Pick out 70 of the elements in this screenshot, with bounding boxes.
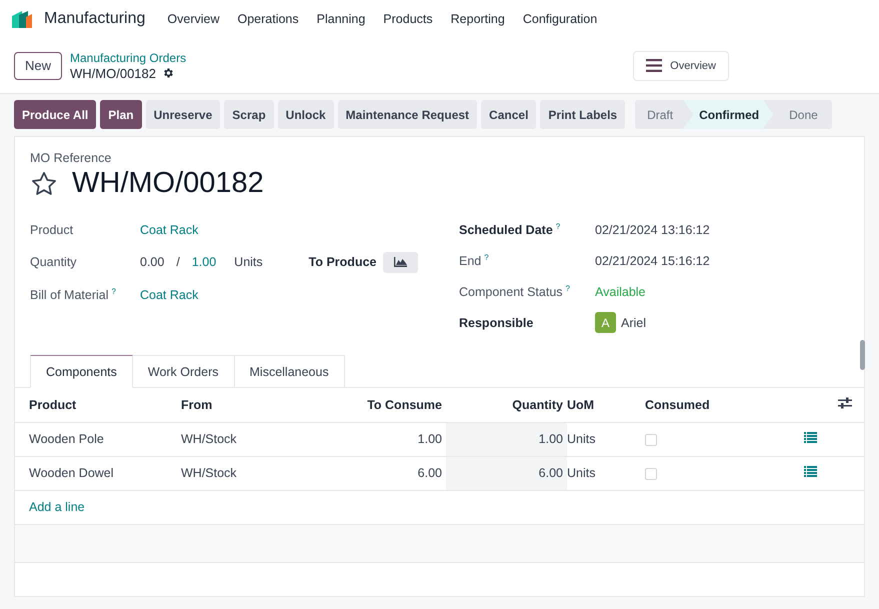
menu-item[interactable]: Operations bbox=[237, 12, 299, 26]
date-value: 02/21/2024 13:16:12 bbox=[595, 222, 710, 236]
table-cell: Wooden Dowel bbox=[15, 456, 181, 490]
menu-item[interactable]: Reporting bbox=[450, 12, 505, 26]
produced-quantity: 0.00 bbox=[140, 255, 164, 269]
action-button[interactable]: Maintenance Request bbox=[338, 100, 478, 129]
column-header[interactable]: UoM bbox=[567, 388, 645, 422]
scrollbar[interactable] bbox=[860, 340, 865, 370]
field-label: Quantity bbox=[30, 255, 78, 269]
action-button[interactable]: Unlock bbox=[278, 100, 334, 129]
action-button[interactable]: Unreserve bbox=[146, 100, 220, 129]
action-button[interactable]: Plan bbox=[100, 100, 142, 129]
checkbox[interactable] bbox=[645, 468, 657, 480]
status-value: Available bbox=[595, 284, 646, 298]
column-header[interactable]: Product bbox=[15, 388, 181, 422]
record-title: WH/MO/00182 bbox=[72, 167, 264, 200]
unit-label: Units bbox=[234, 255, 263, 269]
stage-step[interactable]: Draft bbox=[635, 100, 684, 129]
date-value: 02/21/2024 15:16:12 bbox=[595, 254, 710, 268]
overview-button[interactable]: Overview bbox=[633, 50, 729, 80]
breadcrumb-link[interactable]: Manufacturing Orders bbox=[70, 50, 186, 64]
planned-quantity[interactable]: 1.00 bbox=[192, 255, 216, 269]
area-chart-icon bbox=[394, 257, 406, 267]
menu-item[interactable]: Overview bbox=[167, 12, 220, 26]
star-icon[interactable] bbox=[30, 170, 58, 198]
field-label: Bill of Material $^{?}$ bbox=[30, 287, 117, 303]
user-avatar: A bbox=[595, 312, 616, 333]
tab[interactable]: Miscellaneous bbox=[234, 355, 345, 388]
forecast-button[interactable] bbox=[382, 252, 418, 272]
list-icon[interactable] bbox=[804, 466, 817, 477]
add-line-link[interactable]: Add a line bbox=[29, 500, 85, 514]
table-cell: 6.00 bbox=[446, 456, 567, 490]
action-button[interactable]: Scrap bbox=[224, 100, 274, 129]
column-header[interactable]: Consumed bbox=[645, 388, 804, 422]
stage-step[interactable]: Done bbox=[773, 100, 832, 129]
app-name[interactable]: Manufacturing bbox=[44, 10, 146, 28]
menu-icon bbox=[646, 59, 662, 72]
table-cell: WH/Stock bbox=[181, 422, 353, 456]
tab[interactable]: Components bbox=[30, 355, 133, 388]
field-label: End $^{?}$ bbox=[459, 252, 490, 268]
list-icon[interactable] bbox=[804, 432, 817, 443]
table-cell: 1.00 bbox=[446, 422, 567, 456]
menu-item[interactable]: Products bbox=[383, 12, 433, 26]
action-button[interactable]: Cancel bbox=[481, 100, 536, 129]
table-cell: WH/Stock bbox=[181, 456, 353, 490]
action-button[interactable]: Print Labels bbox=[540, 100, 626, 129]
record-name: WH/MO/00182 bbox=[70, 66, 156, 80]
field-label: Component Status $^{?}$ bbox=[459, 284, 571, 300]
action-button[interactable]: Produce All bbox=[14, 100, 96, 129]
quantity-separator: / bbox=[176, 255, 180, 269]
menu-item[interactable]: Planning bbox=[316, 12, 366, 26]
field-label: Product bbox=[30, 223, 74, 237]
field-label: Responsible bbox=[459, 316, 534, 330]
column-header[interactable]: To Consume bbox=[353, 388, 446, 422]
gear-icon[interactable] bbox=[162, 67, 174, 79]
field-link[interactable]: Coat Rack bbox=[140, 223, 198, 237]
user-name: Ariel bbox=[621, 316, 646, 330]
field-label: To Produce bbox=[308, 255, 376, 269]
checkbox[interactable] bbox=[645, 434, 657, 446]
reference-label: MO Reference bbox=[30, 151, 112, 165]
field-link[interactable]: Coat Rack bbox=[140, 288, 198, 302]
table-cell: Wooden Pole bbox=[15, 422, 181, 456]
tab[interactable]: Work Orders bbox=[132, 355, 234, 388]
field-label: Scheduled Date $^{?}$ bbox=[459, 222, 562, 238]
menu-item[interactable]: Configuration bbox=[522, 12, 598, 26]
stage-step[interactable]: Confirmed bbox=[683, 100, 774, 129]
new-button[interactable]: New bbox=[14, 52, 62, 80]
column-header[interactable]: Quantity bbox=[446, 388, 567, 422]
column-header[interactable]: From bbox=[181, 388, 353, 422]
sliders-icon[interactable] bbox=[838, 397, 852, 410]
